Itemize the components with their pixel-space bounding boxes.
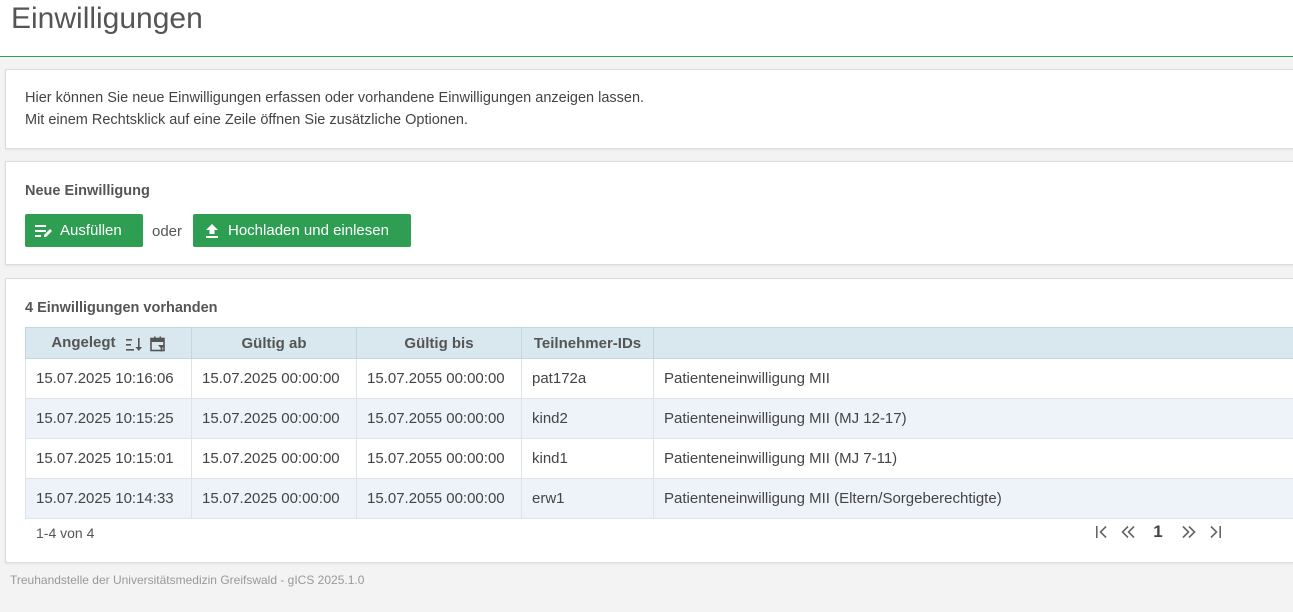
column-header-valid-to[interactable]: Gültig bis xyxy=(356,327,522,359)
info-text-line-2: Mit einem Rechtsklick auf eine Zeile öff… xyxy=(25,112,469,128)
info-text-line-1: Hier können Sie neue Einwilligungen erfa… xyxy=(25,90,645,106)
table-row[interactable]: 15.07.2025 10:15:25 15.07.2025 00:00:00 … xyxy=(25,398,1293,439)
column-header-template xyxy=(653,327,1293,359)
column-header-participant-ids[interactable]: Teilnehmer-IDs xyxy=(521,327,654,359)
cell-template: Patienteneinwilligung MII (MJ 7-11) xyxy=(653,438,1293,479)
new-consent-panel: Neue Einwilligung Ausfüllen oder Hochlad… xyxy=(5,161,1293,265)
page-header: Einwilligungen xyxy=(0,0,1293,57)
table-row[interactable]: 15.07.2025 10:15:01 15.07.2025 00:00:00 … xyxy=(25,438,1293,479)
calendar-filter-icon[interactable] xyxy=(149,336,166,352)
last-page-icon[interactable] xyxy=(1205,521,1227,543)
cell-valid-from: 15.07.2025 00:00:00 xyxy=(191,398,357,439)
cell-created: 15.07.2025 10:16:06 xyxy=(25,358,192,399)
paginator-summary: 1-4 von 4 xyxy=(36,525,95,541)
cell-created: 15.07.2025 10:14:33 xyxy=(25,478,192,519)
cell-participant-id: kind2 xyxy=(521,398,654,439)
cell-template: Patienteneinwilligung MII xyxy=(653,358,1293,399)
cell-valid-from: 15.07.2025 00:00:00 xyxy=(191,478,357,519)
cell-created: 15.07.2025 10:15:25 xyxy=(25,398,192,439)
fill-button[interactable]: Ausfüllen xyxy=(25,214,143,247)
fill-button-label: Ausfüllen xyxy=(60,222,122,239)
consent-list-panel: 4 Einwilligungen vorhanden Angelegt Gült… xyxy=(5,278,1293,563)
page-number-current[interactable]: 1 xyxy=(1147,521,1169,543)
upload-button[interactable]: Hochladen und einlesen xyxy=(193,214,411,247)
upload-icon xyxy=(206,223,218,238)
info-panel: Hier können Sie neue Einwilligungen erfa… xyxy=(5,69,1293,149)
cell-participant-id: erw1 xyxy=(521,478,654,519)
cell-created: 15.07.2025 10:15:01 xyxy=(25,438,192,479)
new-consent-title: Neue Einwilligung xyxy=(25,183,150,199)
table-row[interactable]: 15.07.2025 10:16:06 15.07.2025 00:00:00 … xyxy=(25,358,1293,399)
cell-template: Patienteneinwilligung MII (MJ 12-17) xyxy=(653,398,1293,439)
cell-participant-id: kind1 xyxy=(521,438,654,479)
cell-valid-to: 15.07.2055 00:00:00 xyxy=(356,398,522,439)
cell-valid-to: 15.07.2055 00:00:00 xyxy=(356,478,522,519)
cell-valid-from: 15.07.2025 00:00:00 xyxy=(191,438,357,479)
cell-participant-id: pat172a xyxy=(521,358,654,399)
cell-valid-from: 15.07.2025 00:00:00 xyxy=(191,358,357,399)
cell-template: Patienteneinwilligung MII (Eltern/Sorgeb… xyxy=(653,478,1293,519)
footer-text: Treuhandstelle der Universitätsmedizin G… xyxy=(10,573,365,587)
table-header-row: Angelegt Gültig ab Gültig bis Teilnehmer… xyxy=(25,327,1293,359)
cell-valid-to: 15.07.2055 00:00:00 xyxy=(356,438,522,479)
next-page-icon[interactable] xyxy=(1178,521,1200,543)
table-row[interactable]: 15.07.2025 10:14:33 15.07.2025 00:00:00 … xyxy=(25,478,1293,519)
upload-button-label: Hochladen und einlesen xyxy=(228,222,389,239)
column-header-created[interactable]: Angelegt xyxy=(25,327,192,359)
edit-form-icon xyxy=(35,224,52,237)
column-header-valid-from[interactable]: Gültig ab xyxy=(191,327,357,359)
cell-valid-to: 15.07.2055 00:00:00 xyxy=(356,358,522,399)
consent-table: Angelegt Gültig ab Gültig bis Teilnehmer… xyxy=(25,327,1293,519)
prev-page-icon[interactable] xyxy=(1117,521,1139,543)
page-title: Einwilligungen xyxy=(11,2,203,35)
or-label: oder xyxy=(152,223,183,240)
sort-descending-icon[interactable] xyxy=(125,336,144,352)
consent-count-title: 4 Einwilligungen vorhanden xyxy=(25,300,218,316)
first-page-icon[interactable] xyxy=(1090,521,1112,543)
